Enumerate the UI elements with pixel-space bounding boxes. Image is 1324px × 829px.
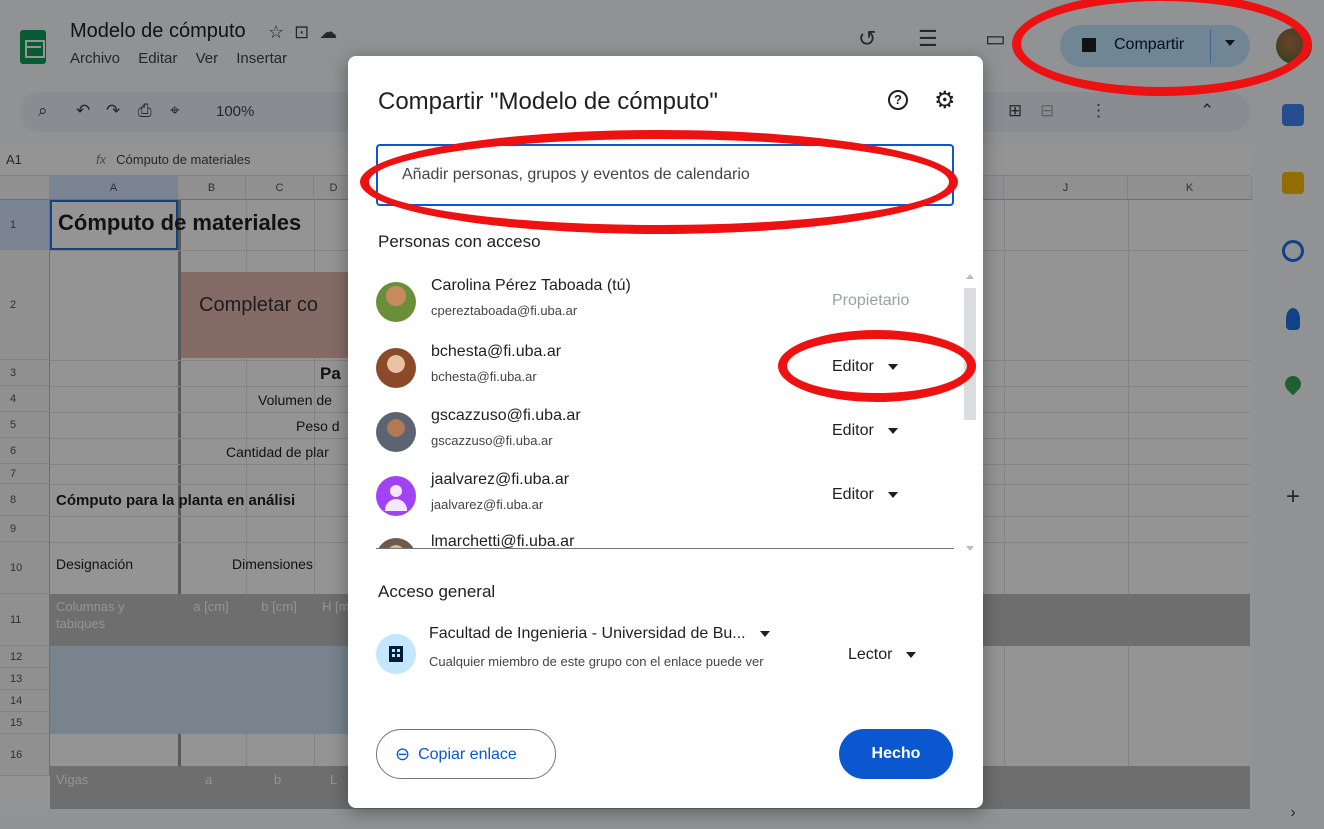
general-access-dropdown[interactable]: Facultad de Ingenieria - Universidad de … (429, 625, 770, 643)
annotation-ring-input (360, 130, 958, 234)
scroll-down-icon[interactable] (966, 546, 974, 551)
owner-role-label: Propietario (832, 292, 910, 309)
role-dropdown[interactable]: Editor (832, 422, 898, 440)
domain-icon (376, 634, 416, 674)
chevron-down-icon (759, 630, 770, 637)
role-dropdown[interactable]: Editor (832, 486, 898, 504)
general-access-heading: Acceso general (378, 582, 496, 601)
general-role-label: Lector (848, 646, 893, 663)
divider (376, 548, 954, 549)
general-role-dropdown[interactable]: Lector (848, 646, 917, 664)
people-list[interactable]: Carolina Pérez Taboada (tú) cpereztaboad… (376, 272, 954, 548)
chevron-down-icon (887, 491, 898, 498)
person-icon-head (390, 485, 402, 497)
person-email: jaalvarez@fi.uba.ar (431, 497, 544, 512)
chevron-down-icon (887, 427, 898, 434)
person-name: bchesta@fi.uba.ar (431, 343, 562, 360)
general-access-description: Cualquier miembro de este grupo con el e… (429, 654, 764, 669)
avatar (376, 476, 416, 516)
avatar (376, 412, 416, 452)
list-item: jaalvarez@fi.uba.ar jaalvarez@fi.uba.ar … (376, 466, 954, 530)
person-name: Carolina Pérez Taboada (tú) (431, 277, 631, 294)
list-item: lmarchetti@fi.uba.ar (376, 528, 954, 548)
person-icon-body (385, 499, 407, 511)
avatar (376, 538, 416, 548)
copy-link-button[interactable]: ⊖ Copiar enlace (376, 729, 556, 779)
person-name: gscazzuso@fi.uba.ar (431, 407, 581, 424)
avatar (376, 282, 416, 322)
person-email: cpereztaboada@fi.uba.ar (431, 303, 578, 318)
person-name: jaalvarez@fi.uba.ar (431, 471, 570, 488)
copy-link-label: Copiar enlace (418, 745, 517, 763)
dialog-title: Compartir "Modelo de cómputo" (378, 88, 718, 115)
person-email: gscazzuso@fi.uba.ar (431, 433, 553, 448)
person-email: bchesta@fi.uba.ar (431, 369, 537, 384)
app-window: Modelo de cómputo ☆⊡☁ Archivo Editar Ver… (0, 0, 1324, 829)
people-with-access-heading: Personas con acceso (378, 232, 541, 251)
list-item: Carolina Pérez Taboada (tú) cpereztaboad… (376, 272, 954, 336)
scroll-up-icon[interactable] (966, 274, 974, 279)
link-icon: ⊖ (395, 743, 411, 764)
avatar (376, 348, 416, 388)
gear-icon[interactable]: ⚙ (934, 86, 956, 115)
annotation-ring-editor (778, 330, 976, 402)
list-item: gscazzuso@fi.uba.ar gscazzuso@fi.uba.ar … (376, 402, 954, 466)
role-label: Editor (832, 422, 874, 439)
done-button[interactable]: Hecho (839, 729, 953, 779)
help-icon[interactable]: ? (888, 90, 908, 110)
person-name: lmarchetti@fi.uba.ar (431, 533, 575, 548)
general-access-name: Facultad de Ingenieria - Universidad de … (429, 625, 746, 642)
role-label: Editor (832, 486, 874, 503)
chevron-down-icon (906, 651, 917, 658)
